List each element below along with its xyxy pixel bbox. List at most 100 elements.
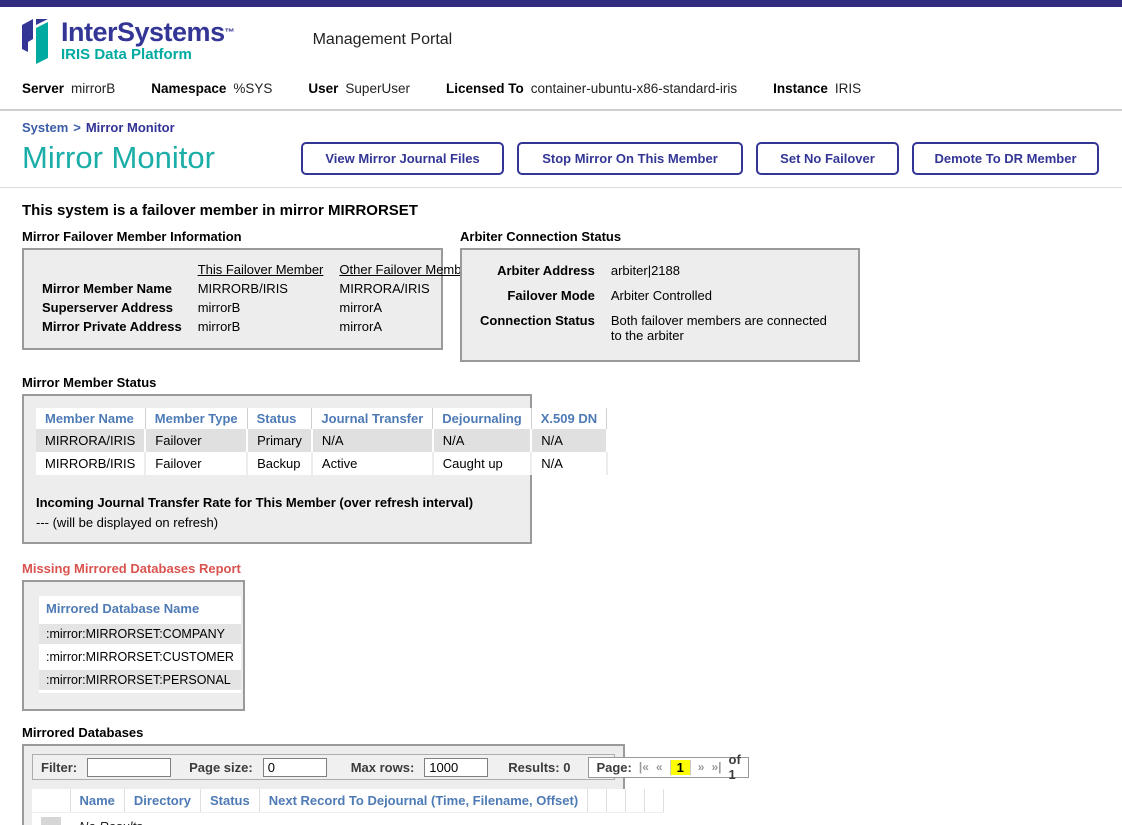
- logo-name: InterSystems: [61, 17, 225, 47]
- arbiter-panel: Arbiter Address arbiter|2188 Failover Mo…: [460, 248, 860, 362]
- logo-subtitle: IRIS Data Platform: [61, 47, 235, 63]
- missing-report-title: Missing Mirrored Databases Report: [22, 561, 1122, 576]
- info-instance: InstanceIRIS: [773, 81, 861, 96]
- cell-database-name: :mirror:MIRRORSET:PERSONAL: [39, 669, 241, 692]
- select-cell: [32, 813, 70, 825]
- cell-member-name: MIRRORB/IRIS: [36, 452, 145, 475]
- view-mirror-journal-files-button[interactable]: View Mirror Journal Files: [301, 142, 504, 175]
- cell-x509-dn: N/A: [531, 452, 606, 475]
- failover-info-table: This Failover Member Other Failover Memb…: [34, 260, 481, 336]
- table-row: :mirror:MIRRORSET:PERSONAL: [39, 669, 241, 692]
- arbiter-address-value: arbiter|2188: [603, 258, 848, 283]
- no-results-text: No Results: [70, 813, 664, 825]
- mirrored-databases-tablewrap: Name Directory Status Next Record To Dej…: [32, 789, 615, 825]
- name-header: Name: [70, 789, 124, 813]
- this-failover-member-header: This Failover Member: [190, 260, 332, 279]
- breadcrumb-separator: >: [68, 120, 86, 135]
- info-licensed-to-label: Licensed To: [446, 81, 524, 96]
- info-licensed-to-value: container-ubuntu-x86-standard-iris: [531, 81, 737, 96]
- empty-header-cell: [588, 789, 607, 813]
- connection-status-label: Connection Status: [472, 308, 603, 348]
- failover-info-section: Mirror Failover Member Information This …: [22, 229, 443, 350]
- table-row: MIRRORB/IRIS Failover Backup Active Caug…: [36, 452, 607, 475]
- info-instance-label: Instance: [773, 81, 828, 96]
- cell-x509-dn: N/A: [531, 429, 606, 452]
- journal-transfer-rate-title: Incoming Journal Transfer Rate for This …: [36, 495, 518, 510]
- title-row: Mirror Monitor View Mirror Journal Files…: [0, 135, 1122, 188]
- filter-input[interactable]: [87, 758, 171, 777]
- pagination: Page: |« « 1 » »| of 1: [588, 757, 748, 778]
- results-count: Results: 0: [508, 760, 570, 775]
- table-row: Failover Mode Arbiter Controlled: [472, 283, 848, 308]
- empty-cell: [34, 260, 190, 279]
- server-info-bar: ServermirrorB Namespace%SYS UserSuperUse…: [0, 64, 1122, 111]
- empty-header-cell: [626, 789, 645, 813]
- table-header-row: Name Directory Status Next Record To Dej…: [32, 789, 664, 813]
- cell-member-type: Failover: [145, 452, 247, 475]
- header: InterSystems™ IRIS Data Platform Managem…: [0, 7, 1122, 64]
- cell-dejournaling: N/A: [433, 429, 531, 452]
- mirror-member-name-label: Mirror Member Name: [34, 279, 190, 298]
- mirrored-databases-section: Mirrored Databases Filter: Page size: Ma…: [22, 725, 1122, 825]
- missing-report-section: Missing Mirrored Databases Report Mirror…: [22, 561, 1122, 711]
- superserver-address-other: mirrorA: [331, 298, 481, 317]
- info-server-label: Server: [22, 81, 64, 96]
- current-page-number: 1: [670, 760, 691, 775]
- table-row: Mirror Member Name MIRRORB/IRIS MIRRORA/…: [34, 279, 481, 298]
- first-page-icon[interactable]: |«: [639, 760, 649, 774]
- max-rows-input[interactable]: [424, 758, 488, 777]
- journal-transfer-rate-value: --- (will be displayed on refresh): [36, 515, 518, 530]
- breadcrumb-system-link[interactable]: System: [22, 120, 68, 135]
- logo-text: InterSystems™ IRIS Data Platform: [61, 18, 235, 63]
- arbiter-title: Arbiter Connection Status: [460, 229, 860, 244]
- status-header: Status: [201, 789, 260, 813]
- mirror-private-address-other: mirrorA: [331, 317, 481, 336]
- cell-status: Backup: [247, 452, 312, 475]
- table-row: Connection Status Both failover members …: [472, 308, 848, 348]
- table-header-row: Mirrored Database Name: [39, 596, 241, 623]
- last-page-icon[interactable]: »|: [711, 760, 721, 774]
- cell-journal-transfer: N/A: [312, 429, 433, 452]
- top-accent-bar: [0, 0, 1122, 7]
- directory-header: Directory: [124, 789, 200, 813]
- mirror-member-name-other: MIRRORA/IRIS: [331, 279, 481, 298]
- dejournaling-header: Dejournaling: [433, 408, 531, 429]
- cell-database-name: :mirror:MIRRORSET:COMPANY: [39, 623, 241, 646]
- prev-page-icon[interactable]: «: [656, 760, 663, 774]
- journal-transfer-header: Journal Transfer: [312, 408, 433, 429]
- cell-database-name: :mirror:MIRRORSET:CUSTOMER: [39, 646, 241, 669]
- superserver-address-label: Superserver Address: [34, 298, 190, 317]
- set-no-failover-button[interactable]: Set No Failover: [756, 142, 899, 175]
- member-type-header: Member Type: [145, 408, 247, 429]
- table-row: MIRRORA/IRIS Failover Primary N/A N/A N/…: [36, 429, 607, 452]
- connection-status-value: Both failover members are connected to t…: [603, 308, 848, 348]
- mirror-monitor-page: InterSystems™ IRIS Data Platform Managem…: [0, 0, 1122, 825]
- intersystems-logo-icon: [22, 18, 52, 64]
- info-user-value: SuperUser: [345, 81, 410, 96]
- demote-to-dr-member-button[interactable]: Demote To DR Member: [912, 142, 1099, 175]
- portal-title: Management Portal: [313, 31, 453, 49]
- mirrored-database-name-header: Mirrored Database Name: [39, 596, 241, 623]
- info-licensed-to: Licensed To container-ubuntu-x86-standard…: [446, 81, 737, 96]
- missing-report-table: Mirrored Database Name :mirror:MIRRORSET…: [39, 596, 241, 693]
- table-filter-bar: Filter: Page size: Max rows: Results: 0 …: [32, 754, 615, 780]
- page-size-label: Page size:: [189, 760, 253, 775]
- stop-mirror-button[interactable]: Stop Mirror On This Member: [517, 142, 743, 175]
- breadcrumb-current: Mirror Monitor: [86, 120, 175, 135]
- cell-status: Primary: [247, 429, 312, 452]
- member-status-panel: Member Name Member Type Status Journal T…: [22, 394, 532, 544]
- table-header-row: Member Name Member Type Status Journal T…: [36, 408, 607, 429]
- page-size-input[interactable]: [263, 758, 327, 777]
- table-row: :mirror:MIRRORSET:COMPANY: [39, 623, 241, 646]
- arbiter-section: Arbiter Connection Status Arbiter Addres…: [460, 229, 860, 362]
- mirrored-databases-table: Name Directory Status Next Record To Dej…: [32, 789, 664, 825]
- cell-member-name: MIRRORA/IRIS: [36, 429, 145, 452]
- select-column-header: [32, 789, 70, 813]
- cell-journal-transfer: Active: [312, 452, 433, 475]
- failover-info-panel: This Failover Member Other Failover Memb…: [22, 248, 443, 350]
- info-server: ServermirrorB: [22, 81, 115, 96]
- info-namespace-label: Namespace: [151, 81, 226, 96]
- next-page-icon[interactable]: »: [698, 760, 705, 774]
- table-row: Superserver Address mirrorB mirrorA: [34, 298, 481, 317]
- table-row: :mirror:MIRRORSET:CUSTOMER: [39, 646, 241, 669]
